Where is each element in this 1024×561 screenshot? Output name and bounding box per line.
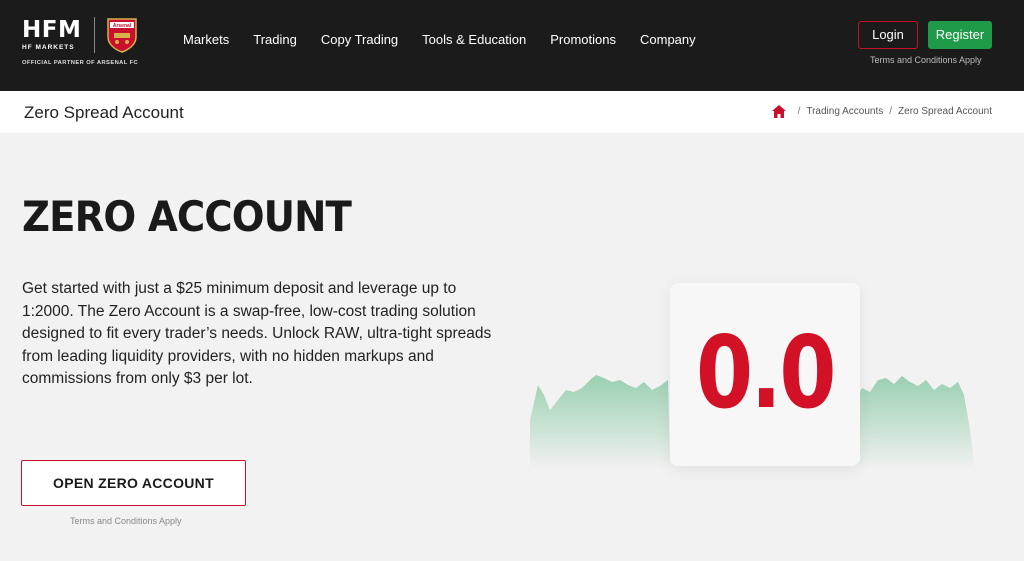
spread-value: 0.0 xyxy=(696,314,836,431)
top-navigation-bar: HFM HF MARKETS OFFICIAL PARTNER OF ARSEN… xyxy=(0,0,1024,91)
chart-area-fill xyxy=(530,375,670,470)
nav-company[interactable]: Company xyxy=(640,32,696,47)
breadcrumb-separator: / xyxy=(889,106,893,117)
home-icon[interactable] xyxy=(771,105,786,118)
logo-divider xyxy=(94,17,95,53)
cta-terms-link[interactable]: Terms and Conditions Apply xyxy=(70,516,182,526)
nav-tools-education[interactable]: Tools & Education xyxy=(422,32,526,47)
nav-promotions[interactable]: Promotions xyxy=(550,32,616,47)
arsenal-crest-icon: Arsenal xyxy=(107,18,137,53)
breadcrumb-current: Zero Spread Account xyxy=(898,106,992,117)
page-title: Zero Spread Account xyxy=(24,103,184,122)
breadcrumb-trading-accounts[interactable]: Trading Accounts xyxy=(806,106,883,117)
zero-spread-card: 0.0 xyxy=(670,283,860,466)
hero-title: ZERO ACCOUNT xyxy=(22,192,352,241)
header-terms-link[interactable]: Terms and Conditions Apply xyxy=(870,55,982,65)
hero-description: Get started with just a $25 minimum depo… xyxy=(22,280,492,388)
logo-partner-text: OFFICIAL PARTNER OF ARSENAL FC xyxy=(22,60,139,66)
nav-trading[interactable]: Trading xyxy=(253,32,297,47)
nav-copy-trading[interactable]: Copy Trading xyxy=(321,32,398,47)
register-button[interactable]: Register xyxy=(928,21,992,49)
hfm-logo[interactable]: HFM HF MARKETS OFFICIAL PARTNER OF ARSEN… xyxy=(22,17,142,69)
page-subheader: Zero Spread Account / Trading Accounts /… xyxy=(0,91,1024,133)
logo-wordmark: HFM xyxy=(22,17,82,43)
main-nav: Markets Trading Copy Trading Tools & Edu… xyxy=(183,32,720,47)
logo-subtitle: HF MARKETS xyxy=(22,44,75,51)
breadcrumb: / Trading Accounts / Zero Spread Account xyxy=(771,105,992,118)
chart-area-fill-right xyxy=(855,376,975,470)
breadcrumb-separator: / xyxy=(797,106,801,117)
open-zero-account-button[interactable]: OPEN ZERO ACCOUNT xyxy=(21,460,246,506)
login-button[interactable]: Login xyxy=(858,21,918,49)
crest-label: Arsenal xyxy=(113,23,132,29)
nav-markets[interactable]: Markets xyxy=(183,32,229,47)
